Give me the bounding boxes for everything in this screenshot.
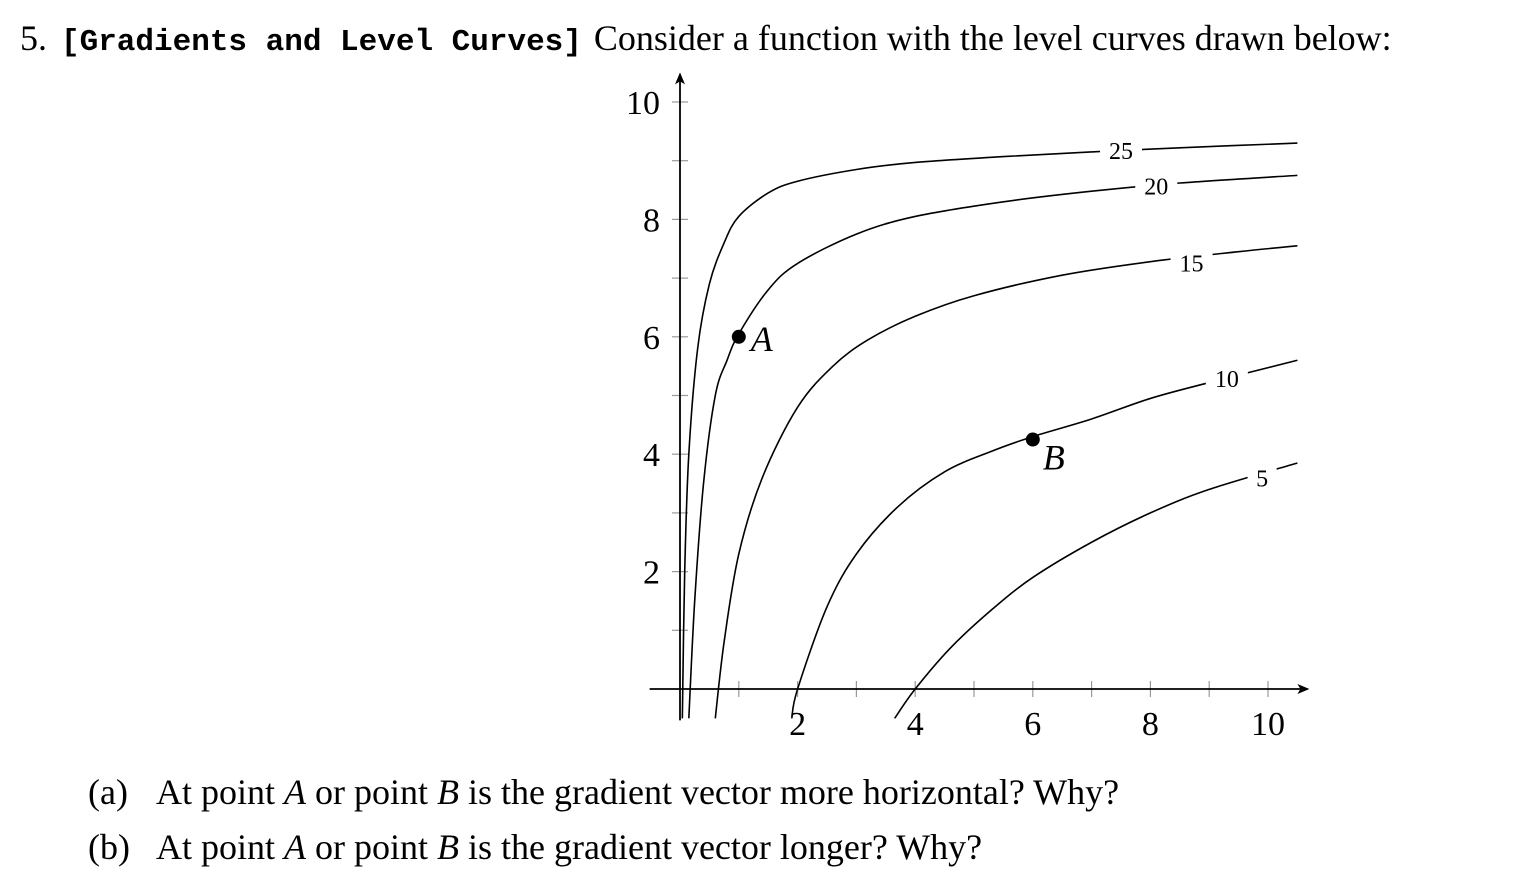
x-tick-label: 4: [907, 706, 924, 743]
level-curves-plot: 252015105 2 4 6 8 10246810 AB: [626, 72, 1310, 743]
x-tick-label: 6: [1024, 706, 1041, 743]
axis-ticks: [672, 101, 1269, 697]
marked-points: AB: [731, 319, 1065, 478]
point-ref: A: [284, 772, 307, 812]
y-tick-label: 4: [643, 437, 660, 474]
y-tick-label: 8: [643, 202, 660, 239]
question-b: (b) At point A or point B is the gradient…: [88, 823, 1119, 878]
level-label-25: 25: [1109, 139, 1133, 165]
question-text: or point: [306, 772, 438, 812]
question-text: At point: [156, 827, 285, 867]
question-text: is the gradient vector longer? Why?: [459, 827, 983, 867]
point-A: [731, 329, 746, 344]
level-label-15: 15: [1180, 251, 1204, 277]
question-list: (a) At point A or point B is the gradient…: [88, 768, 1119, 878]
level-curve-25: [681, 142, 1298, 719]
level-label-10: 10: [1215, 367, 1239, 393]
question-label: (b): [88, 827, 130, 867]
y-tick-label: 6: [643, 320, 660, 357]
point-ref: A: [284, 827, 307, 867]
level-curves: 25 20 15 10 5: [681, 136, 1298, 719]
level-label-5: 5: [1256, 467, 1268, 493]
point-ref: B: [437, 827, 460, 867]
point-label-B: B: [1043, 438, 1065, 478]
point-label-A: A: [749, 319, 774, 359]
point-B: [1025, 432, 1040, 447]
question-label: (a): [88, 772, 128, 812]
level-curve-10: [790, 359, 1298, 719]
x-tick-label: 10: [1251, 706, 1285, 743]
level-curve-5: [893, 462, 1298, 719]
question-text: or point: [306, 827, 438, 867]
question-text: is the gradient vector more horizontal? …: [459, 772, 1120, 812]
x-tick-label: 8: [1142, 706, 1159, 743]
x-tick-label: 2: [789, 706, 806, 743]
level-curve-15: [714, 245, 1298, 719]
question-text: At point: [156, 772, 285, 812]
tick-labels: 2 4 6 8 10 2 4 6 8 10: [626, 85, 1285, 743]
y-tick-label: 2: [643, 555, 660, 592]
question-a: (a) At point A or point B is the gradient…: [88, 768, 1119, 823]
y-tick-label: 10: [626, 85, 660, 122]
level-label-20: 20: [1144, 174, 1168, 200]
point-ref: B: [437, 772, 460, 812]
